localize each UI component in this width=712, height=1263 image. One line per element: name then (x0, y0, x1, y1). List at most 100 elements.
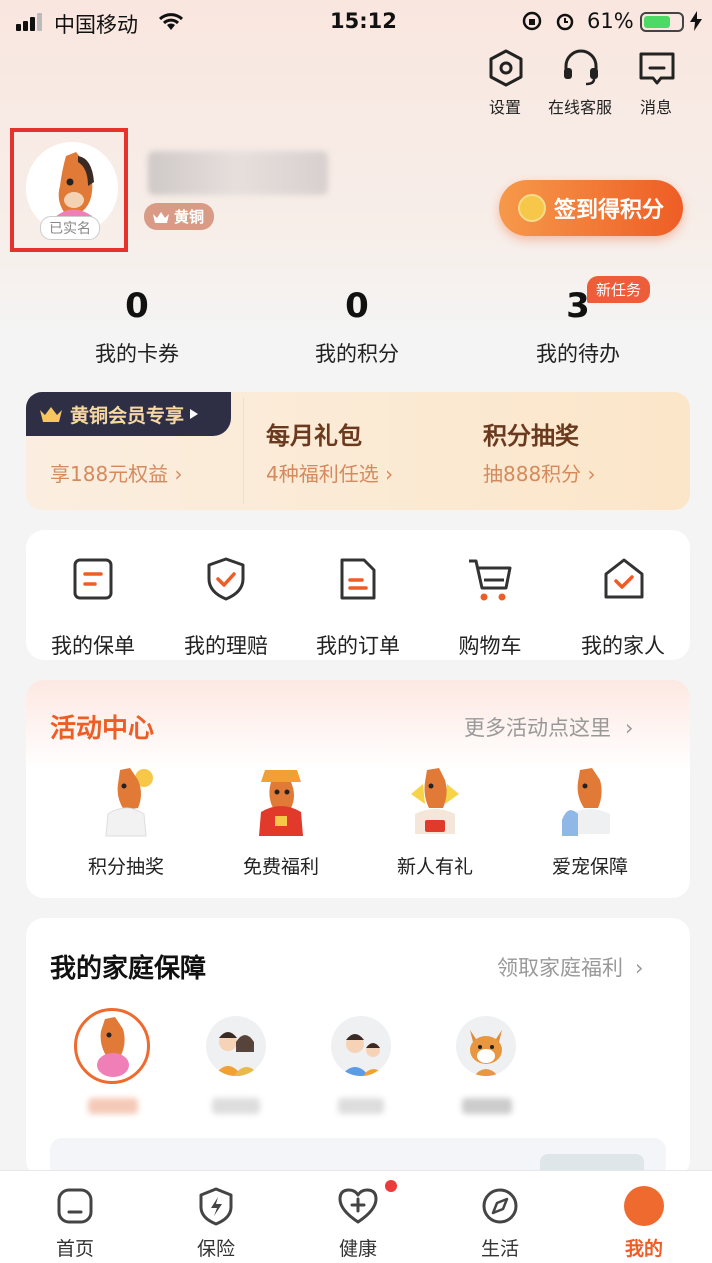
nav-health[interactable]: 健康 (308, 1180, 408, 1260)
chevron-right-icon: › (635, 956, 644, 980)
username-blurred (148, 151, 328, 195)
activity-more-link[interactable]: 更多活动点这里 › (464, 712, 633, 742)
points-lottery-link[interactable]: 抽888积分 › (483, 458, 596, 487)
family-benefit-label: 领取家庭福利 (497, 956, 623, 980)
quick-my-policy[interactable]: 我的保单 (28, 556, 158, 660)
todo-label: 我的待办 (536, 342, 620, 366)
tier-badge[interactable]: 黄铜 (144, 203, 215, 230)
health-notification-dot (385, 1180, 397, 1192)
quick-my-claims-label: 我的理赔 (184, 634, 268, 658)
compass-icon (482, 1188, 518, 1224)
activity-center-title: 活动中心 (50, 714, 155, 744)
shopping-cart-icon (469, 559, 512, 601)
signal-icon (16, 12, 44, 31)
status-bar: 中国移动 15:12 61% (0, 0, 712, 44)
monthly-gift-link[interactable]: 4种福利任选 › (266, 458, 393, 487)
verify-status-badge[interactable]: 已实名 (40, 216, 100, 240)
family-name-blurred (88, 1098, 138, 1114)
nav-insurance[interactable]: 保险 (166, 1184, 266, 1260)
nav-life[interactable]: 生活 (450, 1184, 550, 1260)
family-member-children[interactable] (331, 1016, 391, 1076)
family-name-blurred (212, 1098, 260, 1114)
quick-cart-label: 购物车 (458, 634, 522, 658)
nav-home-label: 首页 (55, 1238, 94, 1260)
quick-my-family[interactable]: 我的家人 (558, 556, 688, 660)
activity-item-pet-protection[interactable]: 爱宠保障 (525, 764, 655, 882)
carrier-name: 中国移动 (54, 13, 138, 37)
nav-mine[interactable]: 我的 (594, 1184, 694, 1260)
nav-health-label: 健康 (338, 1238, 377, 1260)
quick-my-orders[interactable]: 我的订单 (293, 556, 423, 660)
horse-mascot-icon (97, 1017, 129, 1077)
points-label: 我的积分 (315, 342, 399, 366)
family-protection-title: 我的家庭保障 (50, 954, 207, 984)
battery-percent: 61% (587, 9, 634, 33)
mascot-gift-icon (259, 770, 303, 836)
couple-avatar-icon (214, 1032, 260, 1076)
alarm-icon (554, 10, 576, 36)
mascot-lottery-icon (105, 768, 153, 837)
messages-label: 消息 (639, 98, 672, 117)
mascot-pet-icon (562, 768, 610, 836)
quick-cart[interactable]: 购物车 (425, 556, 555, 660)
chevron-right-icon: › (625, 716, 634, 740)
chevron-right-icon: › (378, 462, 394, 486)
mascot-newcomer-icon (411, 768, 459, 834)
family-name-blurred (338, 1098, 384, 1114)
member-exclusive-tag[interactable]: 黄铜会员专享 (26, 392, 231, 436)
family-member-pet[interactable] (456, 1016, 516, 1076)
activity-free-benefit-label: 免费福利 (242, 856, 319, 878)
member-divider (243, 398, 244, 504)
quick-my-family-label: 我的家人 (581, 634, 665, 658)
monthly-gift-sub: 4种福利任选 (266, 462, 379, 486)
quick-my-orders-label: 我的订单 (316, 634, 400, 658)
activity-pet-protection-label: 爱宠保障 (551, 856, 628, 878)
member-tag-label: 黄铜会员专享 (70, 404, 185, 427)
home-icon (57, 1188, 93, 1224)
quick-my-claims[interactable]: 我的理赔 (161, 556, 291, 660)
new-task-badge: 新任务 (587, 276, 651, 303)
family-member-couple[interactable] (206, 1016, 266, 1076)
crown-icon (40, 407, 62, 422)
shield-check-icon (207, 557, 245, 601)
stat-coupons[interactable]: 0 我的卡券 (37, 286, 237, 376)
tier-label: 黄铜 (174, 208, 205, 226)
member-benefit-link[interactable]: 享188元权益 › (50, 458, 183, 487)
messages-button[interactable]: 消息 (611, 46, 701, 120)
family-benefit-link[interactable]: 领取家庭福利 › (497, 952, 643, 982)
activity-item-newcomer[interactable]: 新人有礼 (370, 764, 500, 882)
crown-icon (153, 211, 169, 223)
home-check-icon (604, 558, 644, 599)
points-lottery-title[interactable]: 积分抽奖 (483, 416, 579, 451)
rotation-lock-icon (521, 10, 543, 36)
family-member-self[interactable] (74, 1008, 150, 1084)
member-benefit-label: 享188元权益 (50, 462, 169, 486)
activity-item-lottery[interactable]: 积分抽奖 (61, 764, 191, 882)
coupons-label: 我的卡券 (95, 342, 179, 366)
charging-icon (690, 11, 702, 35)
order-doc-icon (340, 558, 376, 600)
headset-icon (560, 48, 602, 92)
clock: 15:12 (330, 9, 397, 33)
play-arrow-icon (190, 409, 199, 419)
coupons-count: 0 (125, 286, 149, 326)
coin-icon (517, 194, 546, 222)
chevron-right-icon: › (168, 462, 183, 486)
activity-item-free-benefit[interactable]: 免费福利 (216, 764, 346, 882)
battery-icon (640, 12, 684, 32)
mine-avatar-icon (624, 1186, 664, 1226)
activity-newcomer-label: 新人有礼 (396, 856, 473, 878)
checkin-label: 签到得积分 (553, 198, 664, 223)
checkin-button[interactable]: 签到得积分 (499, 180, 683, 236)
stat-points[interactable]: 0 我的积分 (257, 286, 457, 376)
settings-hexagon-icon (487, 48, 525, 92)
quick-my-policy-label: 我的保单 (51, 634, 135, 658)
stat-todo[interactable]: 3 我的待办 (478, 286, 678, 376)
activity-more-label: 更多活动点这里 (464, 716, 611, 740)
nav-mine-label: 我的 (624, 1238, 663, 1260)
points-count: 0 (345, 286, 369, 326)
monthly-gift-title[interactable]: 每月礼包 (266, 416, 362, 451)
nav-home[interactable]: 首页 (25, 1184, 125, 1260)
dog-avatar-icon (470, 1030, 502, 1076)
nav-insurance-label: 保险 (196, 1238, 235, 1260)
